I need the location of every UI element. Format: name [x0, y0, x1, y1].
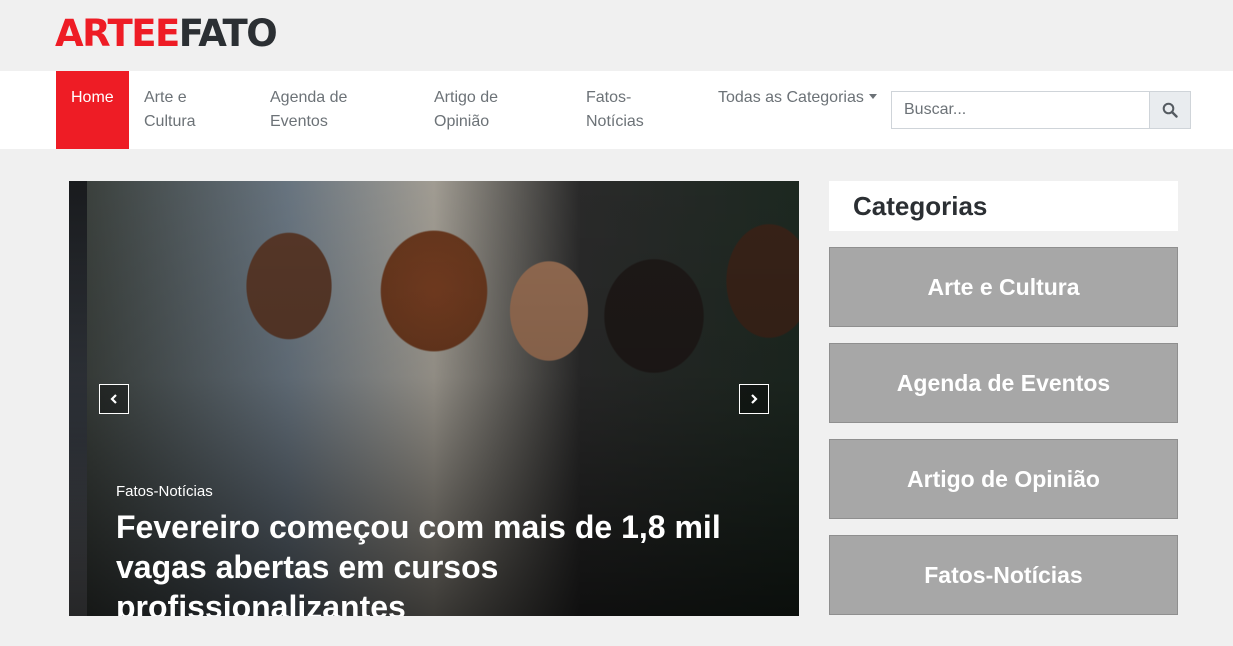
hero-category-label[interactable]: Fatos-Notícias — [116, 482, 213, 502]
category-button-fatos-noticias[interactable]: Fatos-Notícias — [829, 535, 1178, 615]
nav-item-fatos-noticias[interactable]: Fatos- Notícias — [586, 71, 644, 149]
nav-item-label-line1: Arte e — [144, 89, 187, 106]
hero-headline[interactable]: Fevereiro começou com mais de 1,8 mil va… — [116, 507, 796, 616]
nav-item-label-line1: Fatos- — [586, 89, 632, 106]
chevron-right-icon — [751, 394, 758, 404]
hero-carousel[interactable]: Fatos-Notícias Fevereiro começou com mai… — [69, 181, 799, 616]
nav-item-label: Todas as Categorias — [718, 89, 864, 106]
nav-item-arte-cultura[interactable]: Arte e Cultura — [144, 71, 196, 149]
logo-part-red: ARTEE — [55, 12, 180, 55]
caret-down-icon — [868, 94, 877, 99]
main-navbar: Home Arte e Cultura Agenda de Eventos Ar… — [0, 71, 1233, 149]
nav-item-label-line2: Eventos — [270, 113, 328, 130]
nav-item-home[interactable]: Home — [56, 71, 129, 149]
category-button-artigo-opiniao[interactable]: Artigo de Opinião — [829, 439, 1178, 519]
logo-part-dark: FATO — [178, 12, 278, 55]
nav-item-label: Home — [71, 89, 114, 106]
nav-item-agenda-eventos[interactable]: Agenda de Eventos — [270, 71, 347, 149]
search-input[interactable] — [891, 91, 1150, 129]
category-button-agenda-eventos[interactable]: Agenda de Eventos — [829, 343, 1178, 423]
nav-item-label-line2: Notícias — [586, 113, 644, 130]
search-button[interactable] — [1149, 91, 1191, 129]
nav-item-label-line1: Artigo de — [434, 89, 499, 106]
nav-item-label-line2: Cultura — [144, 113, 196, 130]
carousel-next-button[interactable] — [739, 384, 769, 414]
carousel-prev-button[interactable] — [99, 384, 129, 414]
chevron-left-icon — [110, 394, 117, 404]
nav-item-label-line2: Opinião — [434, 113, 490, 130]
nav-dropdown-todas-categorias[interactable]: Todas as Categorias — [718, 71, 877, 149]
search-icon — [1162, 102, 1178, 118]
sidebar-header: Categorias — [829, 181, 1178, 231]
sidebar-title: Categorias — [853, 191, 988, 221]
site-logo[interactable]: ARTEEFATO — [55, 12, 278, 55]
category-button-arte-cultura[interactable]: Arte e Cultura — [829, 247, 1178, 327]
nav-item-artigo-opiniao[interactable]: Artigo de Opinião — [434, 71, 498, 149]
nav-item-label-line1: Agenda de — [270, 89, 348, 106]
